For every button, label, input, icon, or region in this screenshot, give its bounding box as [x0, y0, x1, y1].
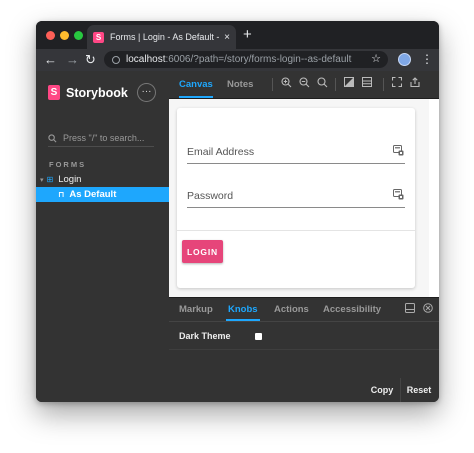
minimize-window-button[interactable]: [60, 31, 69, 40]
storybook-favicon-icon: S: [93, 31, 104, 43]
storybook-toolbar: Canvas Notes: [169, 71, 439, 99]
url-host: localhost: [126, 54, 166, 65]
background-icon[interactable]: [344, 77, 354, 87]
url-path: :6006/?path=/story/forms-login--as-defau…: [165, 54, 352, 65]
browser-menu-icon[interactable]: ⋮: [421, 51, 433, 67]
login-form-card: LOGIN: [177, 108, 415, 288]
browser-tab[interactable]: S Forms | Login - As Default - Storybook…: [87, 25, 236, 49]
grid-icon[interactable]: [362, 77, 372, 87]
close-window-button[interactable]: [46, 31, 55, 40]
footer-divider: [400, 378, 401, 402]
toolbar-divider: [272, 78, 273, 91]
storybook-sidebar: S Storybook ··· FORMS ▾ ⊞ Login ⊓ As Def…: [36, 71, 169, 402]
knob-label: Dark Theme: [179, 331, 231, 341]
component-icon: ⊞: [46, 175, 54, 184]
url-text: localhost:6006/?path=/story/forms-login-…: [126, 54, 351, 65]
addons-panel: Markup Knobs Actions Accessibility Dark …: [169, 297, 439, 402]
url-field[interactable]: localhost:6006/?path=/story/forms-login-…: [104, 51, 388, 68]
tab-notes[interactable]: Notes: [227, 71, 253, 98]
tab-bar: S Forms | Login - As Default - Storybook…: [36, 21, 439, 49]
search-icon: [48, 133, 57, 142]
email-field[interactable]: [187, 141, 382, 162]
dark-theme-checkbox[interactable]: [255, 333, 262, 340]
maximize-window-button[interactable]: [74, 31, 83, 40]
tree-item-label: Login: [58, 174, 82, 185]
password-manager-icon[interactable]: [393, 145, 404, 156]
reset-button[interactable]: Reset: [403, 378, 435, 402]
preview-canvas: LOGIN: [169, 99, 439, 297]
tab-knobs[interactable]: Knobs: [226, 298, 260, 321]
brand-name: Storybook: [66, 85, 128, 100]
zoom-reset-icon[interactable]: [317, 77, 328, 88]
storybook-brand[interactable]: S Storybook: [48, 85, 128, 100]
sidebar-menu-button[interactable]: ···: [137, 83, 156, 102]
toolbar-divider: [335, 78, 336, 91]
toolbar-divider: [383, 78, 384, 91]
site-info-icon[interactable]: [112, 55, 120, 64]
share-icon[interactable]: [410, 77, 420, 87]
tree-item-label: As Default: [69, 189, 117, 200]
addons-tabs: Markup Knobs Actions Accessibility: [169, 298, 439, 322]
new-tab-button[interactable]: +: [243, 27, 252, 43]
tab-canvas[interactable]: Canvas: [179, 71, 213, 98]
forward-arrow-icon[interactable]: →: [66, 52, 79, 68]
browser-window: S Forms | Login - As Default - Storybook…: [36, 21, 439, 402]
tab-accessibility[interactable]: Accessibility: [323, 298, 381, 321]
preview-scrollbar[interactable]: [429, 99, 439, 297]
tree-item-as-default[interactable]: ⊓ As Default: [36, 187, 169, 202]
card-divider: [177, 230, 415, 231]
zoom-out-icon[interactable]: [299, 77, 310, 88]
knob-row-dark-theme: Dark Theme: [169, 322, 439, 350]
tab-close-icon[interactable]: ×: [224, 32, 230, 43]
back-arrow-icon[interactable]: ←: [44, 52, 57, 68]
login-button[interactable]: LOGIN: [182, 240, 223, 263]
copy-button[interactable]: Copy: [367, 378, 397, 402]
search-input[interactable]: [63, 133, 153, 143]
panel-orientation-icon[interactable]: [405, 303, 415, 313]
tab-markup[interactable]: Markup: [179, 298, 213, 321]
close-panel-icon[interactable]: [423, 303, 433, 313]
section-title-forms: FORMS: [49, 160, 87, 169]
zoom-in-icon[interactable]: [281, 77, 292, 88]
storybook-logo-icon: S: [48, 85, 60, 100]
profile-avatar-icon[interactable]: [398, 53, 411, 66]
search-box: [48, 130, 154, 147]
expand-arrow-icon: ▾: [40, 176, 44, 184]
tree-item-login[interactable]: ▾ ⊞ Login: [36, 172, 169, 187]
fullscreen-icon[interactable]: [392, 77, 402, 87]
tab-title: Forms | Login - As Default - Storybook: [110, 32, 220, 42]
bookmark-star-icon[interactable]: ☆: [371, 52, 381, 65]
password-manager-icon[interactable]: [393, 189, 404, 200]
password-field[interactable]: [187, 185, 382, 206]
reload-icon[interactable]: ↻: [85, 52, 96, 68]
tab-actions[interactable]: Actions: [274, 298, 309, 321]
email-field-wrapper: [187, 141, 405, 164]
address-bar: ← → ↻ localhost:6006/?path=/story/forms-…: [36, 49, 439, 71]
bookmark-icon: ⊓: [58, 190, 65, 199]
password-field-wrapper: [187, 185, 405, 208]
